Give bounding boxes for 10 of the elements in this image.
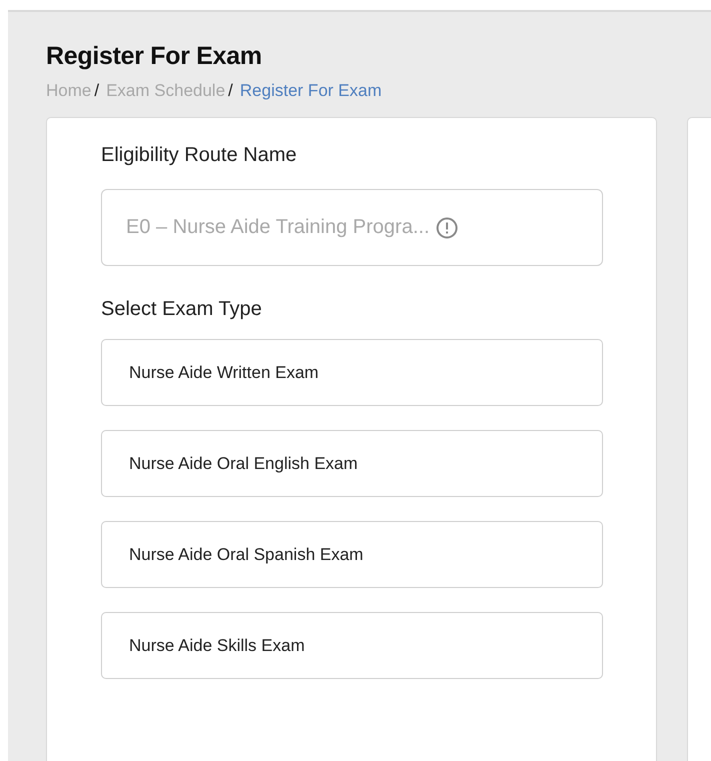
exam-type-option[interactable]: Nurse Aide Skills Exam	[101, 612, 603, 679]
page-title: Register For Exam	[46, 42, 263, 71]
breadcrumb-separator: /	[94, 81, 100, 101]
exam-type-option[interactable]: Nurse Aide Oral English Exam	[101, 430, 603, 497]
breadcrumb-separator: /	[228, 81, 233, 101]
field-label: Select Exam Type	[101, 298, 263, 321]
field-label: Eligibility Route Name	[101, 144, 298, 167]
exam-type-option[interactable]: Nurse Aide Written Exam	[101, 339, 603, 406]
exclamation-circle-icon	[436, 216, 458, 238]
exam-type-option[interactable]: Nurse Aide Oral Spanish Exam	[101, 521, 603, 588]
